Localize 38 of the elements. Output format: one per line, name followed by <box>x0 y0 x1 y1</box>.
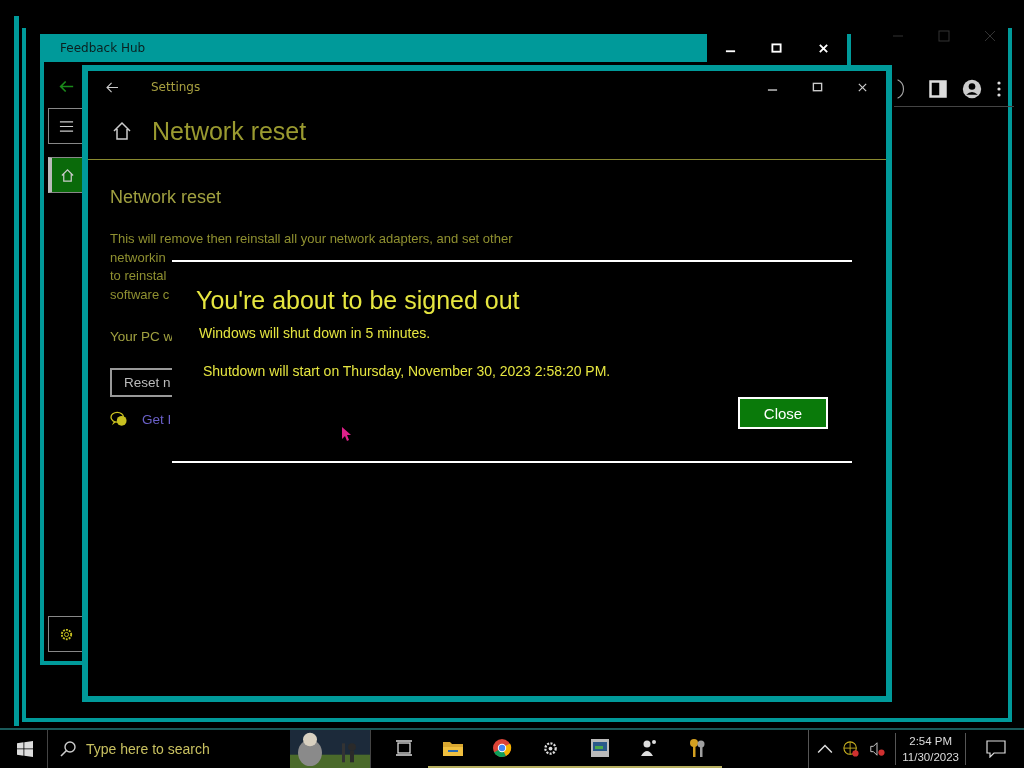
monitor-icon <box>588 738 611 758</box>
chrome-icon <box>490 738 513 758</box>
dialog-title: You're about to be signed out <box>196 286 521 315</box>
avatar-icon[interactable] <box>962 78 982 100</box>
search-icon <box>60 741 76 757</box>
description-text: software c <box>110 285 170 304</box>
network-icon[interactable] <box>843 741 860 757</box>
gear-icon <box>543 740 558 756</box>
description-text: networkin <box>110 248 166 267</box>
clock[interactable]: 2:54 PM 11/30/2023 <box>895 733 966 765</box>
help-link[interactable]: Get I <box>142 411 172 427</box>
window-title: Settings <box>151 80 202 94</box>
nav-item[interactable] <box>48 157 84 193</box>
dialog-detail: Shutdown will start on Thursday, November 30, 2023 2:58:20 PM. <box>203 363 612 379</box>
section-title: Network reset <box>110 187 223 208</box>
notification-icon[interactable] <box>986 740 1006 758</box>
description-text: This will remove then reinstall all your network adapters, and set other <box>110 230 513 248</box>
sidebar-icon[interactable] <box>928 78 948 100</box>
back-icon[interactable] <box>106 81 119 93</box>
close-button[interactable]: Close <box>738 397 828 429</box>
menu-icon <box>58 118 74 134</box>
back-icon <box>58 78 74 94</box>
more-icon[interactable] <box>996 81 1002 97</box>
maximize-icon[interactable] <box>812 81 823 93</box>
settings-icon <box>58 626 74 642</box>
start-icon[interactable] <box>17 741 33 757</box>
home-icon <box>60 167 75 183</box>
window-title: Feedback Hub <box>59 41 147 55</box>
cursor-icon <box>342 427 352 441</box>
clock-date: 11/30/2023 <box>902 750 959 765</box>
search-field[interactable]: Type here to search <box>84 740 288 758</box>
description-text: to reinstal <box>110 267 167 285</box>
dialog-message: Windows will shut down in 5 minutes. <box>199 325 432 341</box>
clock-time: 2:54 PM <box>909 734 953 749</box>
help-icon <box>110 411 128 427</box>
muted-speaker-icon[interactable] <box>869 741 886 757</box>
home-icon[interactable] <box>112 121 132 141</box>
page-title: Network reset <box>152 116 307 146</box>
